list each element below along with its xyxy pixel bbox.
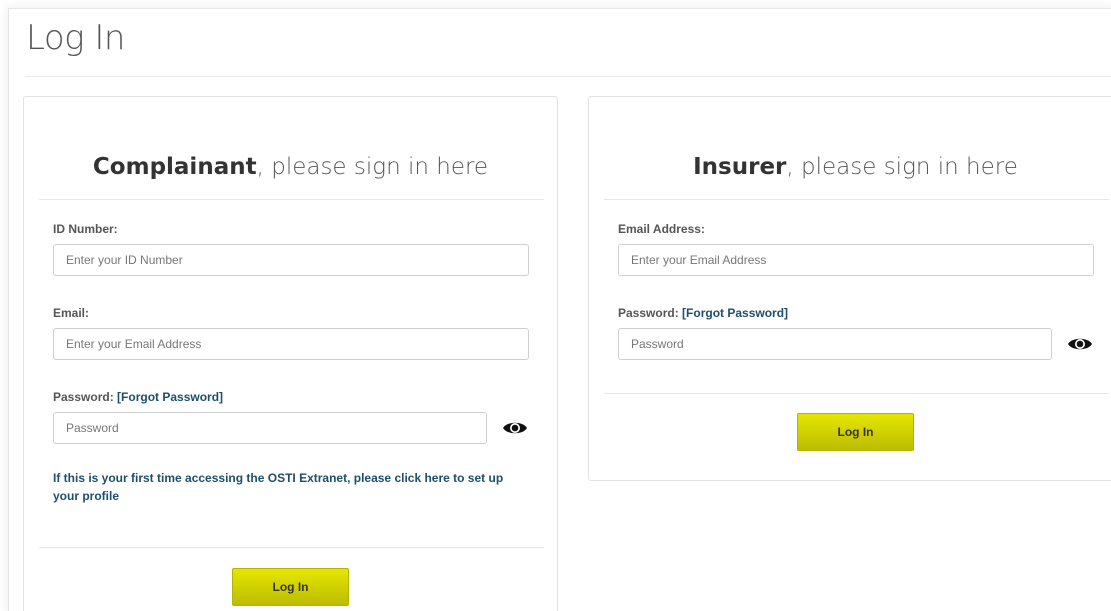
insurer-heading-bold: Insurer: [693, 154, 787, 180]
complainant-login-button[interactable]: Log In: [232, 568, 349, 606]
insurer-heading-divider: [604, 199, 1109, 200]
insurer-panel: Insurer, please sign in here Email Addre…: [588, 96, 1111, 481]
complainant-heading-divider: [39, 199, 544, 200]
page-title: Log In: [26, 18, 125, 58]
insurer-password-input[interactable]: [618, 328, 1052, 360]
complainant-footer-divider: [39, 547, 544, 548]
first-time-setup-link[interactable]: If this is your first time accessing the…: [53, 469, 529, 505]
email-input[interactable]: [53, 328, 529, 360]
password-label-text: Password:: [53, 390, 118, 404]
email-label: Email:: [53, 306, 90, 320]
password-label: Password: [Forgot Password]: [53, 390, 223, 404]
complainant-heading-bold: Complainant: [92, 154, 257, 180]
id-number-label: ID Number:: [53, 222, 118, 236]
id-number-input[interactable]: [53, 244, 529, 276]
complainant-panel: Complainant, please sign in here ID Numb…: [23, 96, 558, 611]
insurer-login-button[interactable]: Log In: [797, 413, 914, 451]
insurer-email-label: Email Address:: [618, 222, 705, 236]
title-divider: [26, 76, 1111, 77]
complainant-heading: Complainant, please sign in here: [24, 154, 557, 180]
eye-icon[interactable]: [1067, 335, 1093, 353]
insurer-password-label-text: Password:: [618, 306, 683, 320]
complainant-heading-rest: , please sign in here: [256, 154, 489, 180]
insurer-password-label: Password: [Forgot Password]: [618, 306, 788, 320]
password-input[interactable]: [53, 412, 487, 444]
eye-icon[interactable]: [502, 419, 528, 437]
insurer-heading: Insurer, please sign in here: [589, 154, 1111, 180]
insurer-email-input[interactable]: [618, 244, 1094, 276]
forgot-password-link[interactable]: [Forgot Password]: [117, 390, 223, 404]
insurer-footer-divider: [604, 393, 1109, 394]
insurer-forgot-password-link[interactable]: [Forgot Password]: [682, 306, 788, 320]
insurer-heading-rest: , please sign in here: [786, 154, 1018, 180]
